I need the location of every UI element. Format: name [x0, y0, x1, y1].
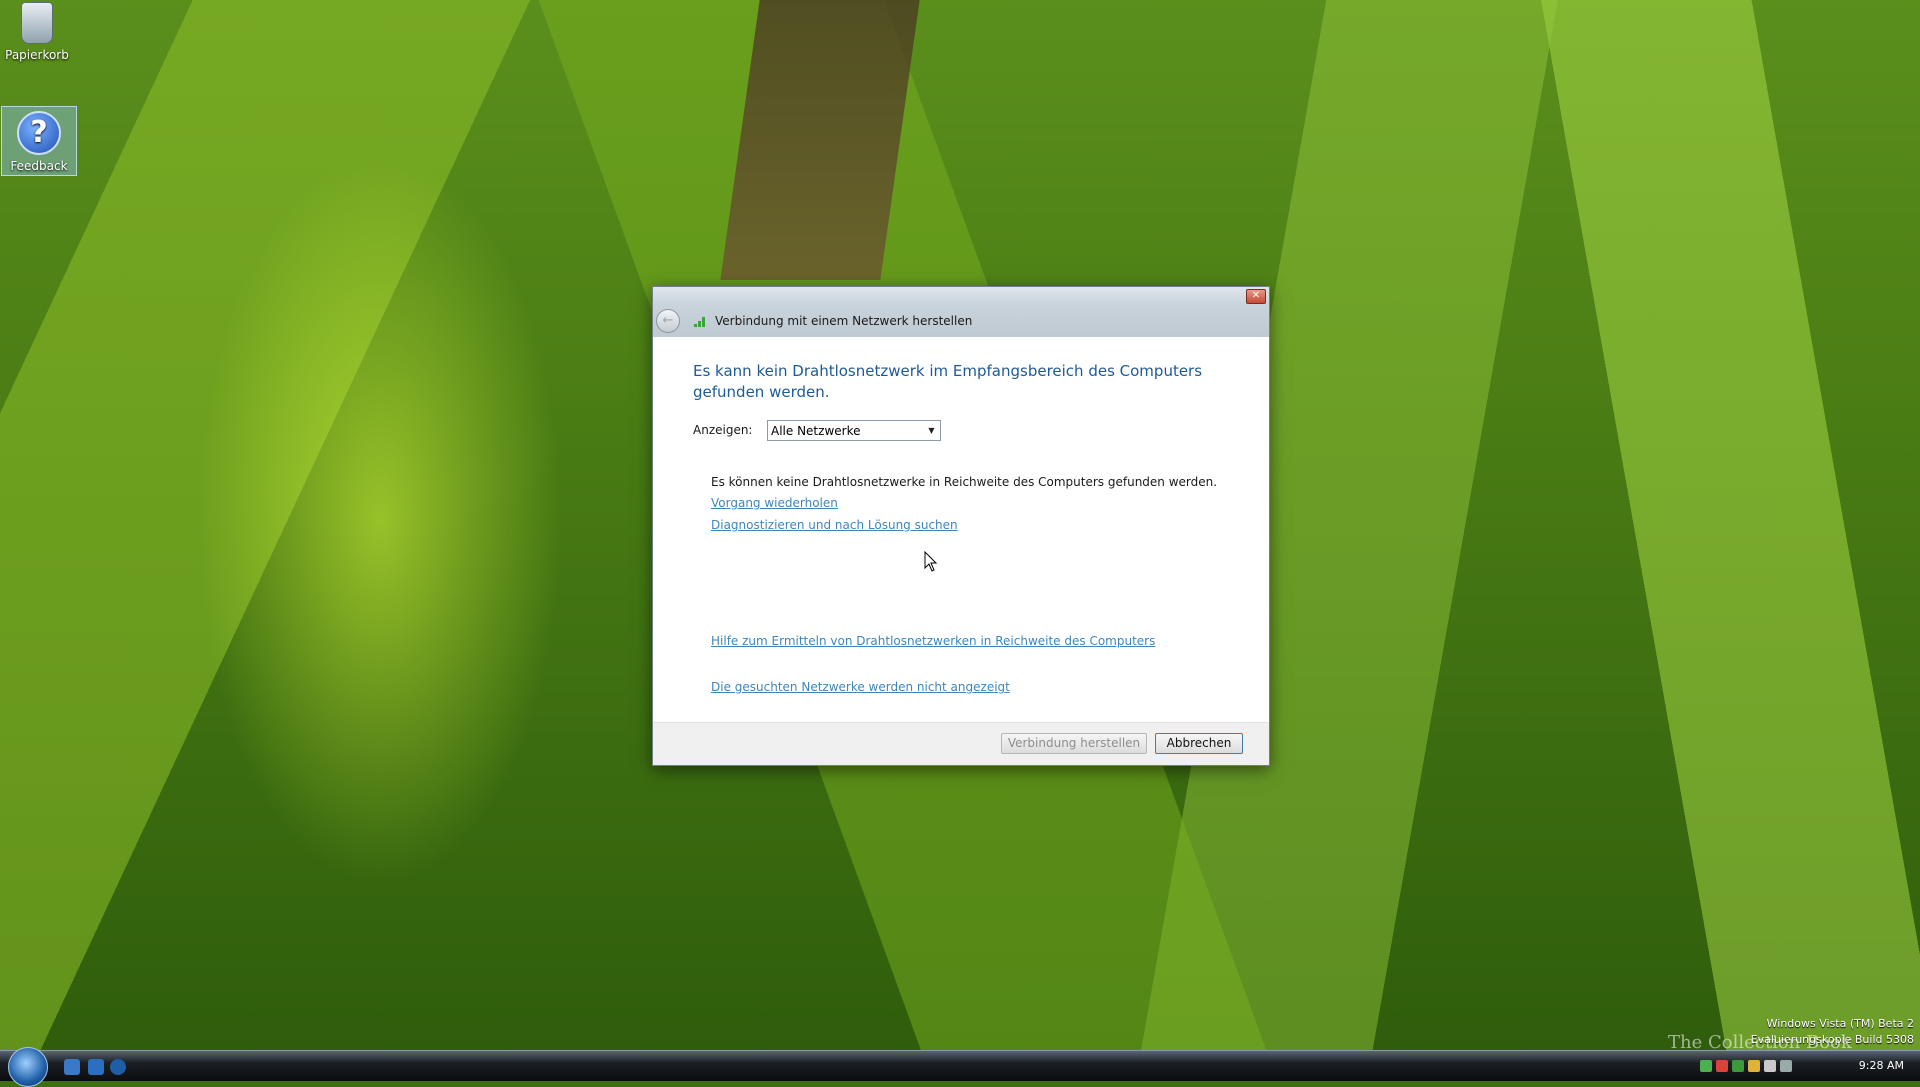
display-icon[interactable]	[1780, 1060, 1792, 1072]
close-button[interactable]: ✕	[1246, 289, 1266, 304]
help-question-icon: ?	[17, 111, 61, 155]
system-tray: 9:28 AM	[1700, 1051, 1920, 1081]
select-value: Alle Netzwerke	[771, 424, 861, 438]
desktop-icon-label: Feedback	[10, 159, 68, 173]
desktop-icon-feedback[interactable]: ? Feedback	[1, 106, 77, 176]
taskbar: 9:28 AM	[0, 1047, 1920, 1087]
dialog-titlebar: ← Verbindung mit einem Netzwerk herstell…	[653, 305, 1269, 337]
desktop-icon-recycle-bin[interactable]: Papierkorb	[0, 2, 74, 62]
close-icon: ✕	[1251, 290, 1261, 301]
connect-network-dialog: ✕ ← Verbindung mit einem Netzwerk herste…	[652, 286, 1270, 766]
mouse-cursor-icon	[924, 551, 938, 572]
watermark-line-1: Windows Vista (TM) Beta 2	[1766, 1017, 1914, 1030]
wireless-signal-icon	[694, 317, 705, 327]
cancel-button[interactable]: Abbrechen	[1155, 733, 1243, 754]
show-networks-select[interactable]: Alle Netzwerke ▼	[767, 420, 941, 441]
networks-not-shown-link[interactable]: Die gesuchten Netzwerke werden nicht ang…	[711, 680, 1010, 694]
dialog-frame-top: ✕	[653, 287, 1269, 305]
retry-link[interactable]: Vorgang wiederholen	[711, 496, 838, 510]
sync-icon[interactable]	[1732, 1060, 1744, 1072]
taskbar-clock[interactable]: 9:28 AM	[1859, 1059, 1904, 1072]
start-button[interactable]	[8, 1047, 48, 1087]
recycle-bin-icon	[21, 2, 53, 44]
windows-defender-icon[interactable]	[1748, 1060, 1760, 1072]
page-heading: Es kann kein Drahtlosnetzwerk im Empfang…	[693, 362, 1203, 401]
dialog-footer: Verbindung herstellen Abbrechen	[653, 722, 1269, 765]
connect-button[interactable]: Verbindung herstellen	[1001, 733, 1147, 754]
dialog-title: Verbindung mit einem Netzwerk herstellen	[715, 314, 973, 328]
show-desktop-icon[interactable]	[64, 1059, 80, 1075]
security-alert-icon[interactable]	[1716, 1060, 1728, 1072]
volume-icon[interactable]	[1764, 1060, 1776, 1072]
back-button[interactable]: ←	[656, 309, 680, 333]
back-arrow-icon: ←	[662, 313, 674, 328]
show-label: Anzeigen:	[693, 423, 753, 437]
media-player-icon[interactable]	[110, 1059, 126, 1075]
no-networks-message: Es können keine Drahtlosnetzwerke in Rei…	[711, 475, 1218, 489]
desktop-icon-label: Papierkorb	[5, 48, 69, 62]
help-find-networks-link[interactable]: Hilfe zum Ermitteln von Drahtlosnetzwerk…	[711, 634, 1155, 648]
internet-explorer-icon[interactable]	[88, 1059, 104, 1075]
chevron-down-icon: ▼	[928, 426, 935, 435]
diagnose-link[interactable]: Diagnostizieren und nach Lösung suchen	[711, 518, 958, 532]
network-status-icon[interactable]	[1700, 1060, 1712, 1072]
